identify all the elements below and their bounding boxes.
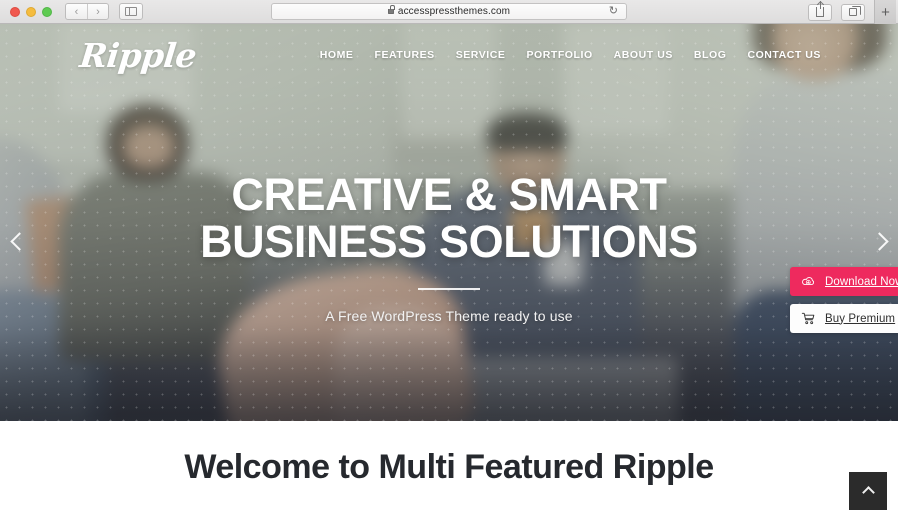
forward-button[interactable]: › [87,4,108,19]
window-controls [6,6,52,17]
share-icon [816,1,824,17]
hero-content: CREATIVE & SMART BUSINESS SOLUTIONS A Fr… [0,172,898,324]
nav-item-home[interactable]: HOME [320,49,354,61]
nav-item-contact-us[interactable]: CONTACT US [747,49,821,61]
buy-premium-button[interactable]: Buy Premium [790,304,898,333]
browser-toolbar: ‹ › accesspressthemes.com ↻ + [0,0,898,24]
buy-premium-label: Buy Premium [825,312,896,325]
shopping-cart-icon [801,312,815,325]
nav-item-features[interactable]: FEATURES [374,49,434,61]
slider-next-button[interactable] [866,222,896,260]
download-now-label: Download Now [825,275,898,288]
lock-icon [387,5,395,14]
hero-title-line-1: CREATIVE & SMART [231,169,667,220]
new-tab-button[interactable]: + [874,0,896,24]
nav-item-about-us[interactable]: ABOUT US [614,49,673,61]
main-navigation: HOME FEATURES SERVICE PORTFOLIO ABOUT US… [320,49,821,61]
floating-cta-stack: Download Now Buy Premium [790,267,898,333]
back-button[interactable]: ‹ [66,4,87,19]
back-to-top-button[interactable] [849,472,887,510]
nav-item-portfolio[interactable]: PORTFOLIO [526,49,592,61]
download-now-button[interactable]: Download Now [790,267,898,296]
browser-window: ‹ › accesspressthemes.com ↻ + Ripple HOM… [0,0,898,513]
hero-title: CREATIVE & SMART BUSINESS SOLUTIONS [0,172,898,264]
tabs-overview-icon [849,6,861,16]
chevron-right-icon [869,231,889,251]
hero-slider: Ripple HOME FEATURES SERVICE PORTFOLIO A… [0,24,898,421]
sidebar-toggle-button[interactable] [119,3,143,20]
chevron-left-icon [9,231,29,251]
address-bar[interactable]: accesspressthemes.com ↻ [271,3,627,20]
minimize-window-button[interactable] [26,6,36,17]
url-text: accesspressthemes.com [397,6,511,17]
hero-divider [418,288,480,290]
chevron-up-icon [861,486,875,499]
navigation-buttons: ‹ › [65,3,109,20]
hero-title-line-2: BUSINESS SOLUTIONS [200,216,698,267]
reload-icon[interactable]: ↻ [609,6,618,17]
nav-item-blog[interactable]: BLOG [694,49,727,61]
hero-subtitle: A Free WordPress Theme ready to use [325,307,573,324]
welcome-title: Welcome to Multi Featured Ripple [184,447,714,486]
welcome-section: Welcome to Multi Featured Ripple [0,421,898,513]
nav-item-service[interactable]: SERVICE [456,49,506,61]
share-button[interactable] [808,1,832,21]
cloud-download-icon [802,277,814,285]
maximize-window-button[interactable] [42,6,52,17]
close-window-button[interactable] [10,6,20,17]
tab-overview-button[interactable] [841,3,865,21]
slider-prev-button[interactable] [2,222,32,260]
toolbar-right-actions: + [808,0,898,24]
site-logo[interactable]: Ripple [78,36,198,75]
sidebar-icon [125,7,137,16]
site-header: Ripple HOME FEATURES SERVICE PORTFOLIO A… [0,24,898,86]
